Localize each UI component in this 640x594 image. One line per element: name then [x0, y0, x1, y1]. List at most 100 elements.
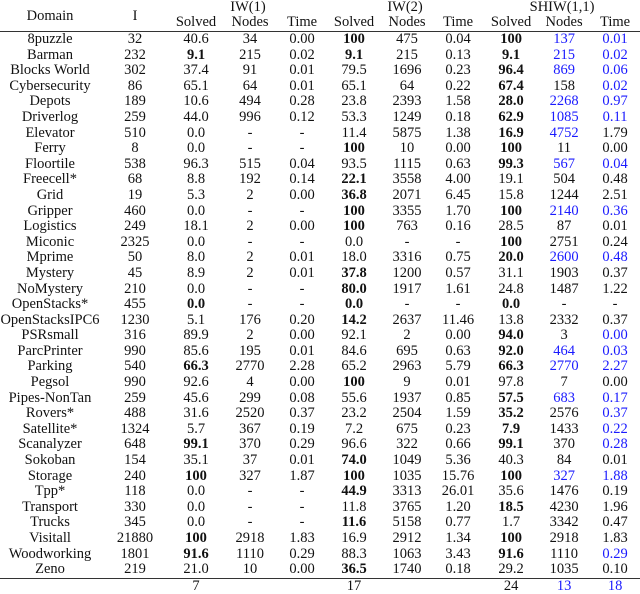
time-cell: 1.83 — [289, 530, 315, 546]
domain-cell: Blocks World — [10, 62, 90, 79]
header-domain: Domain — [26, 7, 74, 24]
nodes-cell: 2576 — [549, 405, 579, 422]
solved-cell: 24.8 — [498, 280, 524, 297]
nodes-cell: 299 — [239, 389, 261, 406]
time-cell: 15.76 — [441, 467, 475, 484]
time-cell: 0.01 — [289, 77, 315, 94]
nodes-cell: 370 — [239, 436, 261, 453]
domain-cell: Mystery — [25, 264, 75, 281]
nodes-cell: 2751 — [549, 233, 579, 250]
time-cell: 0.63 — [445, 342, 471, 359]
time-cell: 5.79 — [445, 358, 471, 375]
nodes-cell: 2 — [246, 186, 254, 203]
solved-cell: 44.9 — [341, 483, 367, 500]
nodes-cell: 2770 — [549, 358, 579, 375]
time-cell: 6.45 — [445, 186, 471, 203]
time-cell: 11.46 — [442, 311, 475, 328]
nodes-cell: 1035 — [549, 561, 579, 578]
time-cell: 0.14 — [289, 171, 315, 188]
table-row: 8puzzle 32 40.6 34 0.00 100 475 0.04 100 137 0.01 — [0, 31, 640, 48]
nodes-cell: 869 — [553, 62, 575, 79]
nodes-cell: 1696 — [392, 62, 422, 79]
header-nodes: Nodes — [545, 14, 583, 30]
solved-cell: 100 — [343, 374, 365, 391]
domain-cell: Sokoban — [24, 452, 76, 469]
solved-cell: 18.1 — [183, 218, 209, 235]
solved-cell: 57.5 — [498, 389, 524, 406]
time-cell: 1.96 — [602, 498, 628, 515]
solved-cell: 100 — [185, 467, 207, 484]
summary-count: 7 — [192, 577, 200, 594]
time-cell: 0.01 — [445, 374, 471, 391]
nodes-cell: 84 — [556, 452, 572, 469]
solved-cell: 15.8 — [498, 186, 524, 203]
time-cell: 1.20 — [445, 498, 471, 515]
nodes-cell: 3355 — [392, 202, 422, 219]
time-cell: 0.02 — [602, 46, 628, 63]
nodes-cell: 3765 — [392, 498, 422, 515]
nodes-cell: 327 — [553, 467, 575, 484]
instances-cell: 219 — [124, 561, 146, 578]
nodes-cell: 567 — [553, 155, 575, 172]
instances-cell: 540 — [124, 358, 146, 375]
nodes-cell: 1740 — [392, 561, 422, 578]
time-cell: 0.23 — [445, 420, 471, 437]
instances-cell: 1230 — [120, 311, 150, 328]
solved-cell: 0.0 — [186, 140, 206, 157]
nodes-cell: 2 — [403, 327, 411, 344]
time-cell: 0.19 — [289, 420, 315, 437]
time-cell: 0.00 — [445, 327, 471, 344]
nodes-cell: 2918 — [549, 530, 579, 546]
nodes-cell: 2268 — [549, 93, 579, 110]
table-row: Blocks World 302 37.4 91 0.01 79.5 1696 0.23 96.… — [0, 63, 640, 79]
table-body: 8puzzle 32 40.6 34 0.00 100 475 0.04 100 137 0.01 B… — [0, 31, 640, 579]
time-cell: 1.88 — [602, 467, 628, 484]
solved-cell: 8.9 — [186, 264, 206, 281]
time-cell: - — [299, 233, 305, 250]
solved-cell: 11.4 — [341, 124, 367, 141]
header-instances: I — [132, 7, 138, 24]
nodes-cell: - — [404, 296, 410, 313]
solved-cell: 45.6 — [183, 389, 209, 406]
summary-count: 13 — [556, 577, 572, 594]
domain-cell: OpenStacks* — [11, 296, 89, 313]
time-cell: 0.06 — [602, 62, 628, 79]
header-time: Time — [443, 14, 474, 30]
table-row: Pipes-NonTan 259 45.6 299 0.08 55.6 1937 0.85 57… — [0, 389, 640, 407]
instances-cell: 330 — [124, 498, 146, 515]
table-row: Scanalyzer 648 99.1 370 0.29 96.6 322 0.66 99.1 3… — [0, 437, 640, 453]
nodes-cell: 695 — [396, 342, 418, 359]
time-cell: 0.00 — [602, 327, 628, 344]
solved-cell: 0.0 — [186, 498, 206, 515]
time-cell: 0.00 — [289, 327, 315, 344]
domain-cell: Elevator — [25, 124, 75, 141]
table-row: Logistics 249 18.1 2 0.00 100 763 0.16 28.5 87 0.0… — [0, 219, 640, 235]
header-solved: Solved — [333, 14, 375, 30]
nodes-cell: 475 — [396, 31, 418, 47]
solved-cell: 99.1 — [498, 436, 524, 453]
table-row: Mprime 50 8.0 2 0.01 18.0 3316 0.75 20.0 2600 0.48 — [0, 250, 640, 266]
nodes-cell: 1917 — [392, 280, 422, 297]
nodes-cell: 2770 — [235, 358, 265, 375]
time-cell: 1.61 — [445, 280, 471, 297]
solved-cell: 96.3 — [183, 155, 209, 172]
instances-cell: 345 — [124, 514, 146, 531]
domain-cell: Trucks — [30, 514, 70, 531]
time-cell: 1.58 — [445, 93, 471, 110]
nodes-cell: 5875 — [392, 124, 422, 141]
table-row: Grid 19 5.3 2 0.00 36.8 2071 6.45 15.8 1244 2.51 — [0, 186, 640, 204]
nodes-cell: 2393 — [392, 93, 422, 110]
nodes-cell: - — [247, 124, 253, 141]
header-nodes: Nodes — [388, 14, 426, 30]
table-row: Transport 330 0.0 - - 11.8 3765 1.20 18.5 4230 1.9… — [0, 498, 640, 516]
table-row: Gripper 460 0.0 - - 100 3355 1.70 100 2140 0.36 — [0, 202, 640, 220]
summary-row: 7 17 24 13 18 — [0, 578, 640, 594]
instances-cell: 538 — [124, 155, 146, 172]
table-row: Sokoban 154 35.1 37 0.01 74.0 1049 5.36 40.3 84 0.… — [0, 452, 640, 469]
domain-cell: Visitall — [29, 530, 71, 546]
nodes-cell: 158 — [553, 77, 575, 94]
header-group-iw2: IW(2) — [387, 0, 423, 15]
instances-cell: 990 — [124, 342, 146, 359]
solved-cell: 92.6 — [183, 374, 209, 391]
nodes-cell: 10 — [242, 561, 258, 578]
